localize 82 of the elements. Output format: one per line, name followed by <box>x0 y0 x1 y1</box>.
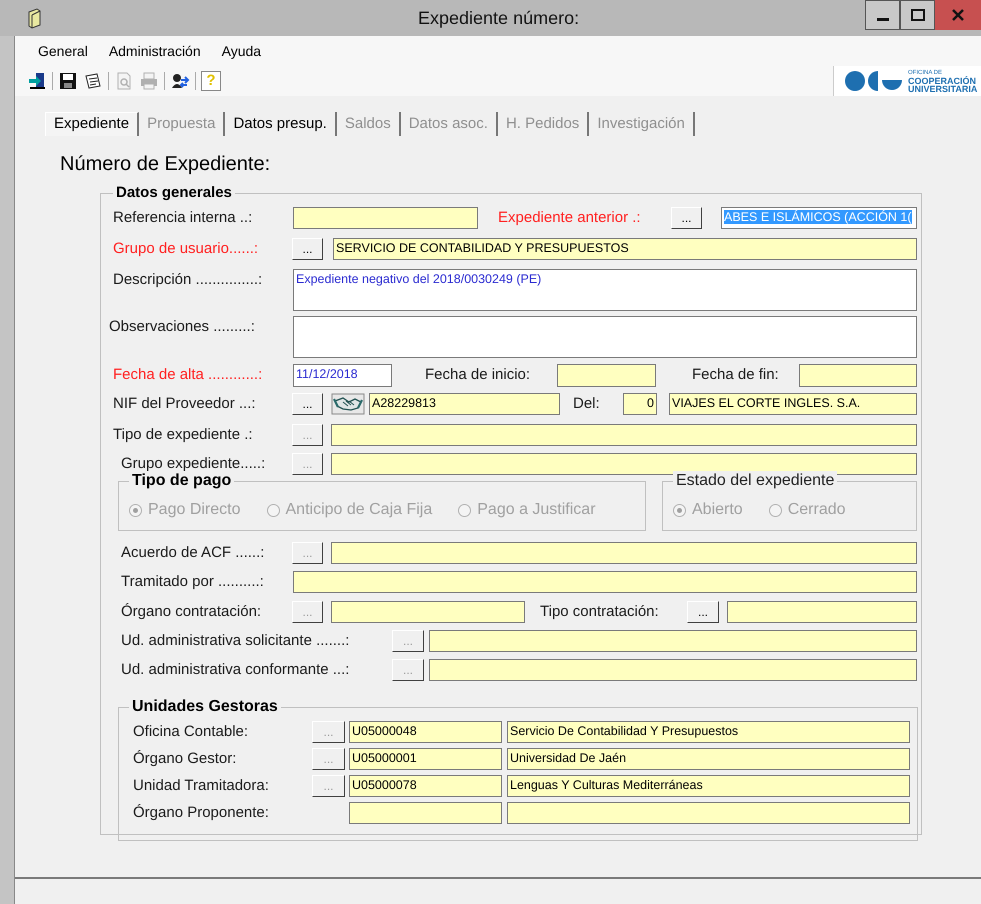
field-label: Fecha de fin: <box>692 365 780 385</box>
text-field[interactable] <box>331 542 917 564</box>
field-label: Ud. administrativa solicitante .......: <box>121 631 350 651</box>
minimize-button[interactable] <box>865 0 900 30</box>
maximize-icon <box>910 9 924 21</box>
save-icon[interactable] <box>58 71 78 91</box>
text-field[interactable]: 11/12/2018 <box>293 364 392 387</box>
text-area[interactable]: Expediente negativo del 2018/0030249 (PE) <box>293 269 917 311</box>
field-label: Órgano Proponente: <box>133 803 270 823</box>
text-field[interactable]: U05000078 <box>349 775 502 797</box>
text-field[interactable]: 0 <box>623 393 657 415</box>
lookup-button[interactable]: ... <box>671 207 702 229</box>
field-label: Grupo de usuario......: <box>113 239 260 259</box>
lookup-button[interactable]: ... <box>292 238 323 260</box>
radio-label: Abierto <box>692 500 743 520</box>
text-field[interactable] <box>429 630 917 652</box>
notepad-icon[interactable] <box>83 71 103 91</box>
text-field[interactable] <box>293 207 478 229</box>
text-field[interactable] <box>429 659 917 681</box>
text-field[interactable]: SERVICIO DE CONTABILIDAD Y PRESUPUESTOS <box>333 238 917 260</box>
text-field[interactable]: U05000001 <box>349 748 502 770</box>
minimize-icon <box>876 18 888 21</box>
field-label: Tipo de expediente .: <box>113 425 254 445</box>
radio-label: Pago Directo <box>148 500 240 520</box>
text-field[interactable]: Servicio De Contabilidad Y Presupuestos <box>507 721 910 743</box>
field-label: Oficina Contable: <box>133 722 250 742</box>
folder-icon <box>26 7 42 29</box>
text-field[interactable] <box>331 601 525 623</box>
text-field[interactable] <box>331 453 917 475</box>
field-label: Fecha de inicio: <box>425 365 532 385</box>
field-label: Órgano Gestor: <box>133 749 238 769</box>
lookup-button[interactable]: ... <box>687 601 719 623</box>
logo-mark-icon <box>844 70 904 92</box>
maximize-button[interactable] <box>900 0 935 30</box>
handshake-icon[interactable] <box>331 393 365 415</box>
field-label: NIF del Proveedor ...: <box>113 394 257 414</box>
menu-item[interactable]: Ayuda <box>222 41 262 62</box>
text-field[interactable] <box>507 802 910 824</box>
group-title: Datos generales <box>113 184 235 202</box>
text-field[interactable]: Universidad De Jaén <box>507 748 910 770</box>
radio-label: Cerrado <box>788 500 846 520</box>
text-field[interactable] <box>799 364 917 387</box>
text-field[interactable]: U05000048 <box>349 721 502 743</box>
menu-item[interactable]: General <box>38 41 88 62</box>
group-title: Tipo de pago <box>129 471 234 491</box>
field-label: Observaciones .........: <box>109 317 256 337</box>
people-swap-icon[interactable] <box>170 71 190 91</box>
radio-label: Pago a Justificar <box>477 500 596 520</box>
field-label: Descripción ...............: <box>113 270 264 290</box>
logo-text: UNIVERSITARIA <box>908 85 978 93</box>
close-icon <box>952 9 964 21</box>
radio-label: Anticipo de Caja Fija <box>286 500 432 520</box>
text-area[interactable] <box>293 316 917 358</box>
field-label: Fecha de alta ............: <box>113 365 264 385</box>
text-field[interactable] <box>349 802 502 824</box>
window-title: Expediente número: <box>418 6 580 30</box>
text-field[interactable]: A28229813 <box>369 393 560 415</box>
group-title: Estado del expediente <box>673 471 838 491</box>
exit-icon[interactable] <box>27 71 47 91</box>
field-label: Del: <box>573 394 601 414</box>
close-button[interactable] <box>935 0 981 30</box>
text-field[interactable] <box>557 364 656 387</box>
text-field[interactable] <box>727 601 917 623</box>
field-label: Unidad Tramitadora: <box>133 776 270 796</box>
field-label: Expediente anterior .: <box>498 208 642 228</box>
field-label: Acuerdo de ACF ......: <box>121 543 266 563</box>
page-heading: Número de Expediente: <box>60 152 272 176</box>
lookup-button[interactable]: ... <box>292 393 323 415</box>
text-field[interactable] <box>293 571 917 593</box>
text-field[interactable]: Lenguas Y Culturas Mediterráneas <box>507 775 910 797</box>
field-label: Órgano contratación: <box>121 602 262 622</box>
text-field[interactable]: VIAJES EL CORTE INGLES. S.A. <box>669 393 917 415</box>
tab[interactable]: Expediente <box>45 112 140 136</box>
field-label: Referencia interna ..: <box>113 208 254 228</box>
field-label: Tipo contratación: <box>540 602 660 622</box>
logo-text: COOPERACIÓN <box>908 77 976 85</box>
text-field[interactable] <box>331 424 917 446</box>
tab[interactable]: Datos presup. <box>225 112 337 136</box>
menu-item[interactable]: Administración <box>108 41 201 62</box>
field-label: Grupo expediente.....: <box>121 454 266 473</box>
field-label: Ud. administrativa conformante ...: <box>121 660 350 680</box>
field-label: Tramitado por ..........: <box>121 572 265 592</box>
